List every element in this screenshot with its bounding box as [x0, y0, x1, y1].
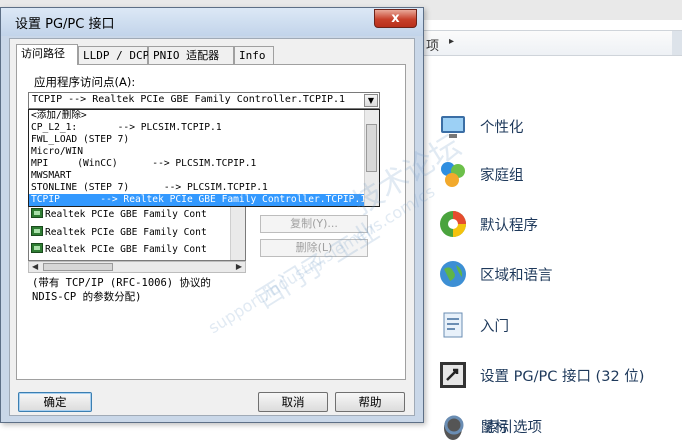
close-button[interactable]: x	[374, 9, 417, 28]
dropdown-scrollbar[interactable]	[364, 110, 379, 206]
tab-pnio-adapter[interactable]: PNIO 适配器	[148, 46, 234, 64]
pgpc-interface-icon	[438, 360, 468, 390]
default-programs-icon	[438, 209, 468, 239]
dialog-title: 设置 PG/PC 接口	[15, 17, 115, 32]
dialog-client-area: 访问路径 LLDP / DCP PNIO 适配器 Info 应用程序访问点(A)…	[9, 38, 415, 416]
dropdown-item[interactable]: MWSMART	[29, 170, 379, 182]
cp-item-label: 个性化	[480, 119, 524, 136]
interface-list-item[interactable]: Realtek PCIe GBE Family Cont	[31, 242, 227, 258]
access-point-dropdown-list: <添加/删除> CP_L2_1: --> PLCSIM.TCPIP.1 FWL_…	[28, 109, 380, 207]
scrollbar-thumb[interactable]	[43, 263, 113, 271]
personalization-icon	[438, 111, 468, 141]
region-language-icon	[438, 259, 468, 289]
protocol-note-line1: (带有 TCP/IP (RFC-1006) 协议的	[32, 277, 211, 289]
tab-info[interactable]: Info	[234, 46, 274, 64]
cp-item-region-language[interactable]: 区域和语言	[438, 256, 553, 292]
cp-item-label: 区域和语言	[480, 267, 553, 284]
help-button[interactable]: 帮助	[335, 392, 405, 412]
homegroup-icon	[438, 159, 468, 189]
interface-label: Realtek PCIe GBE Family Cont	[45, 227, 207, 238]
protocol-note-line2: NDIS-CP 的参数分配)	[32, 291, 142, 303]
cp-item-label: 设置 PG/PC 接口 (32 位)	[480, 368, 645, 385]
listbox-horizontal-scrollbar[interactable]: ◀ ▶	[28, 261, 246, 273]
dropdown-item[interactable]: <添加/删除>	[29, 110, 379, 122]
cp-item-personalization[interactable]: 个性化	[438, 108, 524, 144]
scroll-left-icon[interactable]: ◀	[32, 262, 38, 272]
breadcrumb-arrow-icon[interactable]: ▸	[449, 36, 454, 47]
cp-item-label: 入门	[480, 318, 509, 335]
cp-item-pgpc-interface[interactable]: 设置 PG/PC 接口 (32 位)	[438, 357, 644, 393]
network-adapter-icon	[31, 208, 43, 218]
address-breadcrumb[interactable]: 项	[426, 35, 439, 54]
ok-button[interactable]: 确定	[18, 392, 92, 412]
interface-label: Realtek PCIe GBE Family Cont	[45, 244, 207, 255]
interface-listbox[interactable]: Realtek PCIe GBE Family Cont Realtek PCI…	[28, 206, 246, 261]
interface-label: Realtek PCIe GBE Family Cont	[45, 209, 207, 220]
interface-list-item[interactable]: Realtek PCIe GBE Family Cont	[31, 207, 227, 223]
listbox-scrollbar[interactable]	[230, 207, 245, 260]
dropdown-item[interactable]: MPI (WinCC) --> PLCSIM.TCPIP.1	[29, 158, 379, 170]
cp-item-indexing-options[interactable]: 索引选项	[442, 408, 542, 444]
dropdown-item-selected[interactable]: TCPIP --> Realtek PCIe GBE Family Contro…	[29, 194, 379, 206]
delete-button[interactable]: 删除(L)	[260, 239, 368, 257]
getting-started-icon	[438, 310, 468, 340]
tab-lldp-dcp[interactable]: LLDP / DCP	[78, 46, 149, 64]
cp-item-label: 家庭组	[480, 167, 524, 184]
indexing-options-icon	[442, 411, 472, 441]
cancel-button[interactable]: 取消	[258, 392, 328, 412]
cp-item-homegroup[interactable]: 家庭组	[438, 156, 524, 192]
scroll-right-icon[interactable]: ▶	[236, 262, 242, 272]
cp-item-label: 索引选项	[484, 419, 542, 436]
network-adapter-icon	[31, 243, 43, 253]
tab-access-path[interactable]: 访问路径	[16, 44, 78, 65]
interface-list-item[interactable]: Realtek PCIe GBE Family Cont	[31, 225, 227, 241]
access-point-combobox[interactable]: TCPIP --> Realtek PCIe GBE Family Contro…	[28, 92, 380, 109]
access-point-label: 应用程序访问点(A):	[34, 75, 136, 89]
dropdown-item[interactable]: FWL_LOAD (STEP 7)	[29, 134, 379, 146]
cp-item-label: 默认程序	[480, 217, 538, 234]
chevron-down-icon[interactable]: ▼	[364, 94, 378, 107]
dialog-titlebar[interactable]: 设置 PG/PC 接口 x	[1, 8, 423, 36]
combobox-value: TCPIP --> Realtek PCIe GBE Family Contro…	[32, 94, 346, 105]
dropdown-item[interactable]: STONLINE (STEP 7) --> PLCSIM.TCPIP.1	[29, 182, 379, 194]
dropdown-item[interactable]: Micro/WIN	[29, 146, 379, 158]
dropdown-item[interactable]: CP_L2_1: --> PLCSIM.TCPIP.1	[29, 122, 379, 134]
network-adapter-icon	[31, 226, 43, 236]
copy-button[interactable]: 复制(Y)...	[260, 215, 368, 233]
cp-item-default-programs[interactable]: 默认程序	[438, 206, 538, 242]
pgpc-dialog: 设置 PG/PC 接口 x 访问路径 LLDP / DCP PNIO 适配器 I…	[0, 7, 424, 423]
cp-item-getting-started[interactable]: 入门	[438, 307, 509, 343]
address-dropdown-button[interactable]	[672, 31, 682, 55]
scrollbar-thumb[interactable]	[366, 124, 377, 172]
